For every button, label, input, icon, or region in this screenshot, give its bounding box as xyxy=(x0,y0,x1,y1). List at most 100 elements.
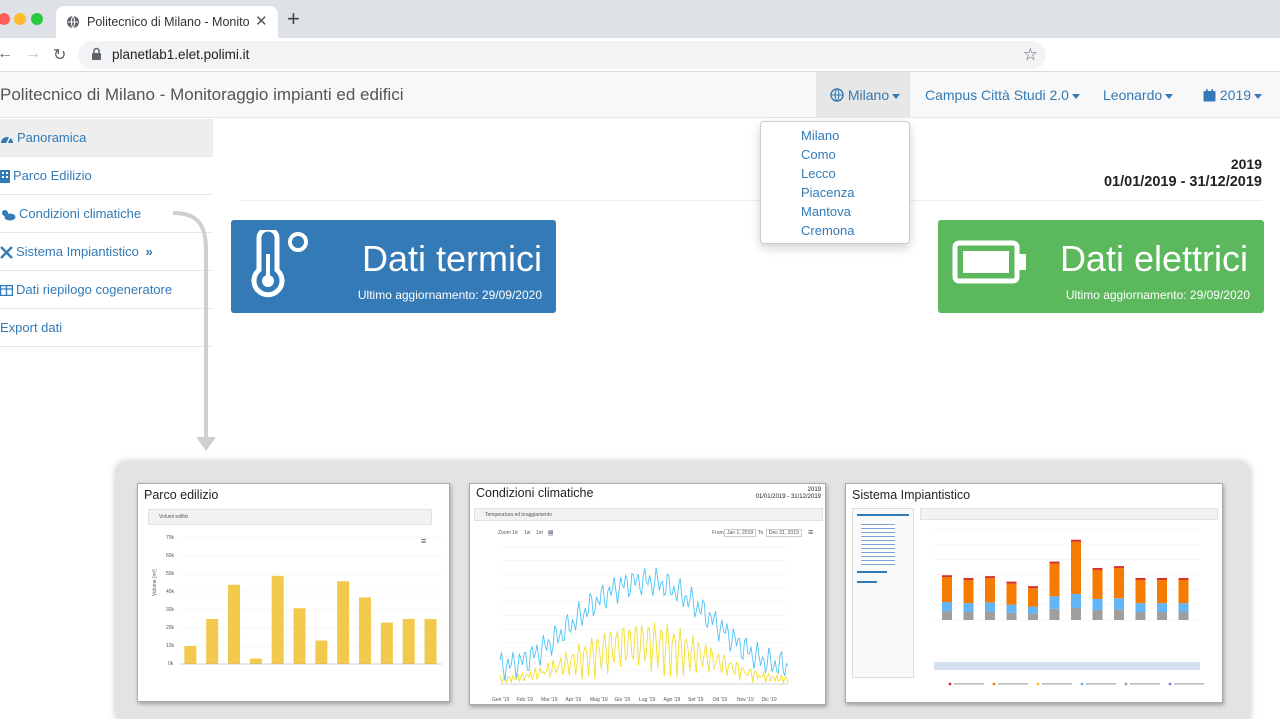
chart-bar xyxy=(315,640,328,664)
legend-text xyxy=(1130,683,1160,685)
electric-panel-title: Dati elettrici xyxy=(1059,238,1248,279)
y-tick-label: 60k xyxy=(166,553,175,559)
x-tick-label: Dic '19 xyxy=(761,697,777,703)
battery-icon xyxy=(952,240,1026,284)
caret-down-icon xyxy=(1071,93,1080,99)
forward-icon[interactable]: → xyxy=(25,45,41,63)
app-navbar: Politecnico di Milano - Monitoraggio imp… xyxy=(0,72,1280,118)
campus-selector[interactable]: Campus Città Studi 2.0 xyxy=(925,72,1080,118)
chart-bar-segment xyxy=(985,611,995,620)
x-tick-label: Apr '19 xyxy=(565,697,582,703)
legend-swatch xyxy=(948,682,952,686)
building-selector[interactable]: Leonardo xyxy=(1103,72,1174,118)
year-selector[interactable]: 2019 xyxy=(1203,72,1263,118)
browser-tab[interactable]: Politecnico di Milano - Monitoraggio imp… xyxy=(56,6,278,38)
city-option-milano[interactable]: Milano xyxy=(801,128,839,143)
from-label: From xyxy=(712,530,724,536)
thumbnail-title: Parco edilizio xyxy=(144,488,219,502)
legend-swatch xyxy=(1124,682,1128,686)
city-option-piacenza[interactable]: Piacenza xyxy=(801,185,854,200)
y-tick-label: 50k xyxy=(166,571,175,577)
chart-bar-segment xyxy=(1006,583,1017,605)
thumbnail-sistema-impiantistico[interactable]: Sistema Impiantistico xyxy=(845,483,1223,703)
y-axis-label: Volume [m³] xyxy=(152,569,158,596)
app-brand[interactable]: Politecnico di Milano - Monitoraggio imp… xyxy=(0,85,403,105)
temperature-series-line xyxy=(499,567,789,681)
panel-heading-text: Temperatura ed irraggiamento xyxy=(485,512,552,518)
bookmark-star-icon[interactable]: ☆ xyxy=(1023,45,1038,65)
zoom-1d-button[interactable]: 1d xyxy=(512,530,518,536)
chart-bar xyxy=(337,581,350,664)
thermal-data-panel[interactable]: Dati termici Ultimo aggiornamento: 29/09… xyxy=(231,220,556,313)
calendar-icon xyxy=(1203,89,1216,102)
chart-bar-segment xyxy=(1092,598,1103,610)
legend-text xyxy=(954,683,984,685)
chart-bar-segment xyxy=(1006,604,1017,613)
chart-bar-segment xyxy=(985,576,995,579)
menu-icon[interactable]: ≡ xyxy=(808,527,813,537)
close-window-button[interactable] xyxy=(0,13,10,25)
chart-bar-segment xyxy=(1178,603,1189,612)
irradiance-series-line xyxy=(499,622,789,685)
city-option-lecco[interactable]: Lecco xyxy=(801,166,836,181)
reload-icon[interactable]: ↻ xyxy=(53,45,66,65)
city-selector[interactable]: Milano xyxy=(816,72,910,118)
maximize-window-button[interactable] xyxy=(31,13,43,25)
thumbnail-parco-edilizio[interactable]: Parco edilizio Volumi edifici ≡ Volume [… xyxy=(137,483,450,702)
chart-bar xyxy=(359,597,372,664)
sidebar-item-label: Parco Edilizio xyxy=(13,168,92,183)
zoom-1w-button[interactable]: 1w xyxy=(524,530,530,536)
chart-bar-segment xyxy=(1028,586,1038,589)
chart-bar-segment xyxy=(1114,566,1124,569)
chart-bar-segment xyxy=(1114,568,1124,599)
year-selector-label: 2019 xyxy=(1219,87,1252,103)
from-date-input[interactable]: Jan 1, 2019 xyxy=(724,529,757,537)
minimize-window-button[interactable] xyxy=(14,13,26,25)
chart-bar-segment xyxy=(1049,561,1060,564)
chart-bar-segment xyxy=(1114,598,1124,610)
zoom-1m-button[interactable]: 1m xyxy=(536,530,543,536)
sidebar-item-parco-edilizio[interactable]: Parco Edilizio xyxy=(0,157,213,195)
energy-stacked-bar-chart xyxy=(934,528,1204,686)
chart-bar-segment xyxy=(942,577,952,603)
double-chevron-right-icon: » xyxy=(145,244,153,259)
url-input[interactable]: planetlab1.elet.polimi.it ☆ xyxy=(78,41,1046,69)
close-tab-icon[interactable]: ✕ xyxy=(255,12,268,30)
back-icon[interactable]: ← xyxy=(0,45,13,63)
zoom-all-button[interactable]: all xyxy=(548,530,554,536)
table-icon xyxy=(0,285,13,297)
legend-swatch xyxy=(992,682,996,686)
chart-bar-segment xyxy=(1092,569,1103,599)
thermal-last-update: Ultimo aggiornamento: 29/09/2020 xyxy=(357,288,542,302)
chart-bar xyxy=(206,619,219,664)
chart-bar xyxy=(271,575,284,664)
chart-bar-segment xyxy=(1135,577,1146,580)
thermometer-icon xyxy=(251,230,308,298)
thumbnail-panel-heading xyxy=(920,508,1218,520)
new-tab-icon[interactable]: + xyxy=(287,8,300,30)
chart-bar-segment xyxy=(1178,579,1189,604)
city-option-cremona[interactable]: Cremona xyxy=(801,223,854,238)
city-selector-label: Milano xyxy=(847,87,890,103)
chart-bar-segment xyxy=(1157,611,1167,620)
chart-bar-segment xyxy=(1157,603,1167,612)
cloud-sun-icon xyxy=(2,209,16,221)
thumbnail-condizioni-climatiche[interactable]: Condizioni climatiche 2019 01/01/2019 - … xyxy=(469,483,826,705)
zoom-label: Zoom xyxy=(498,530,511,536)
electric-last-update: Ultimo aggiornamento: 29/09/2020 xyxy=(1065,288,1250,302)
city-option-mantova[interactable]: Mantova xyxy=(801,204,851,219)
chart-bar xyxy=(380,622,393,664)
chart-bar-segment xyxy=(1006,612,1017,620)
to-date-input[interactable]: Dec 31, 2019 xyxy=(766,529,802,537)
city-option-como[interactable]: Como xyxy=(801,147,836,162)
sidebar-item-label: Dati riepilogo cogeneratore xyxy=(16,282,173,297)
thumbnail-panel-heading: Temperatura ed irraggiamento xyxy=(474,508,823,521)
to-label: To xyxy=(758,530,764,536)
electric-data-panel[interactable]: Dati elettrici Ultimo aggiornamento: 29/… xyxy=(938,220,1264,313)
sidebar-item-panoramica[interactable]: Panoramica xyxy=(0,119,213,157)
chart-bar-segment xyxy=(985,578,995,603)
date-range: 01/01/2019 - 31/12/2019 xyxy=(1103,174,1262,190)
chart-bar-segment xyxy=(1071,539,1081,542)
legend-text xyxy=(1086,683,1116,685)
chart-bar-segment xyxy=(1049,608,1060,620)
